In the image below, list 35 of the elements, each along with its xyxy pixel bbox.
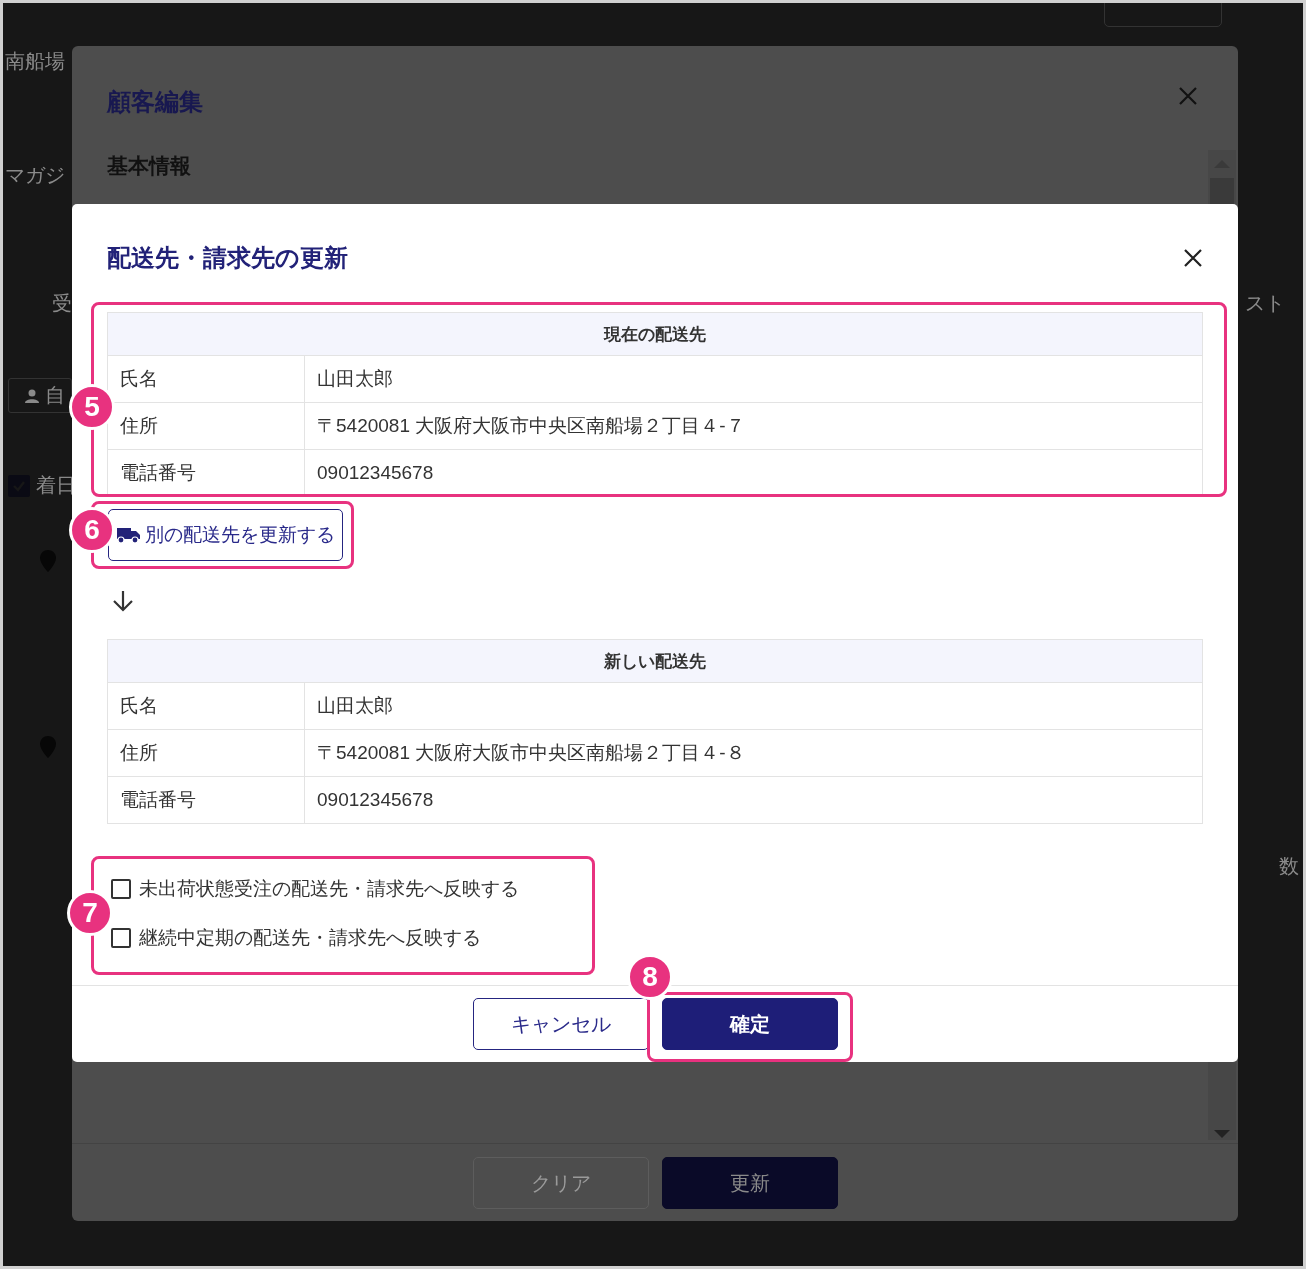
dialog-title: 配送先・請求先の更新 [107,243,348,273]
confirm-button[interactable]: 更新 [661,1157,838,1209]
field-value: 〒5420081 大阪府大阪市中央区南船場２丁目４-７ [304,402,1203,450]
scrollbar[interactable] [1208,150,1236,204]
checkbox-label: 継続中定期の配送先・請求先へ反映する [139,926,481,950]
checkbox-label: 未出荷状態受注の配送先・請求先へ反映する [139,877,519,901]
checkbox[interactable] [111,879,131,899]
field-label: 氏名 [107,682,305,730]
confirm-button[interactable]: 確定 [661,998,838,1050]
page-text: 受 [52,291,72,316]
field-label: 電話番号 [107,449,305,497]
page-text: 南船場 [5,49,65,74]
scroll-down-icon[interactable] [1214,1130,1230,1140]
field-label: 電話番号 [107,776,305,824]
page-button[interactable] [1104,3,1222,27]
scrollbar[interactable] [1208,1062,1236,1140]
table-heading: 新しい配送先 [107,639,1203,683]
table-heading: 現在の配送先 [107,312,1203,356]
truck-icon [116,526,142,544]
page-text: マガジ [5,163,65,188]
person-icon [25,388,39,403]
field-value: 〒5420081 大阪府大阪市中央区南船場２丁目４-８ [304,729,1203,777]
page-text: 数 [1279,854,1299,879]
field-value: 山田太郎 [304,355,1203,403]
checkbox[interactable] [111,928,131,948]
field-value: 09012345678 [304,776,1203,824]
page-text: スト [1245,291,1285,316]
page-text: 着日 [36,473,76,498]
down-arrow-icon [111,589,135,613]
field-value: 山田太郎 [304,682,1203,730]
change-address-button[interactable]: 別の配送先を更新する [108,509,343,561]
section-heading: 基本情報 [107,153,191,179]
field-label: 住所 [107,729,305,777]
cancel-button[interactable]: キャンセル [472,998,649,1050]
close-icon[interactable] [1183,248,1203,268]
